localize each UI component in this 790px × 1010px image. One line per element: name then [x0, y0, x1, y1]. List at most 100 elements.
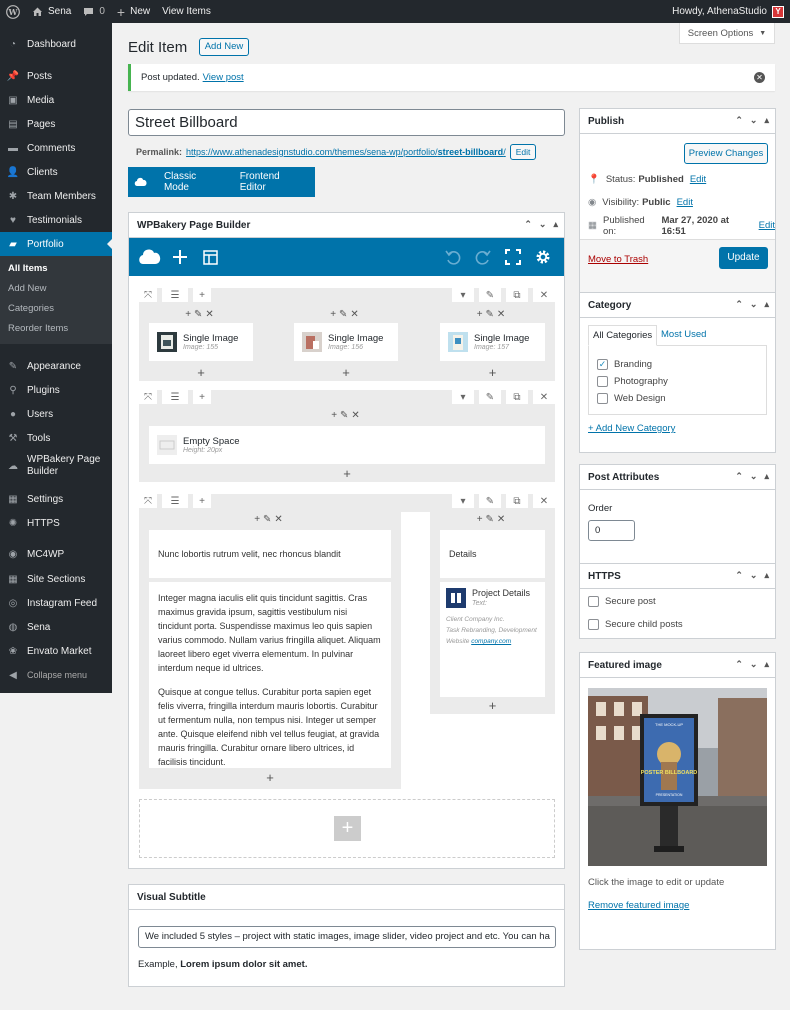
row-add-icon[interactable]: + [193, 494, 211, 508]
site-name-link[interactable]: Sena [26, 0, 77, 23]
category-item[interactable]: Web Design [589, 390, 766, 407]
add-to-column-icon[interactable]: + [284, 365, 408, 380]
order-input[interactable]: 0 [588, 520, 635, 541]
row-toggle-icon[interactable]: ▾ [452, 390, 474, 404]
comments-link[interactable]: 0 [77, 0, 111, 23]
row-edit-icon[interactable]: ✎ [479, 390, 501, 404]
redo-icon[interactable] [468, 238, 498, 276]
category-item[interactable]: ✓ Branding [589, 356, 766, 373]
sidebar-item-appearance[interactable]: ✎ Appearance [0, 354, 112, 378]
row-edit-icon[interactable]: ✎ [479, 288, 501, 302]
move-down-icon[interactable]: ⌄ [539, 219, 547, 230]
row-clone-icon[interactable]: ⧉ [506, 494, 528, 508]
classic-mode-button[interactable]: Classic Mode [155, 171, 231, 193]
sidebar-item-collapse-menu[interactable]: ◀ Collapse menu [0, 663, 112, 687]
row-move-icon[interactable]: ⤧ [139, 494, 157, 508]
column-controls[interactable]: +✎✕ [139, 514, 401, 525]
collapse-arrow-icon[interactable]: ▴ [764, 299, 769, 310]
add-new-button[interactable]: Add New [199, 38, 249, 56]
category-checkbox[interactable] [597, 393, 608, 404]
view-items-link[interactable]: View Items [156, 0, 217, 23]
column-controls[interactable]: +✎✕ [284, 309, 408, 320]
row-move-icon[interactable]: ⤧ [139, 288, 157, 302]
row-clone-icon[interactable]: ⧉ [506, 288, 528, 302]
row-toggle-icon[interactable]: ▾ [452, 288, 474, 302]
submenu-item-add-new[interactable]: Add New [0, 279, 112, 299]
add-to-column-icon[interactable]: + [139, 466, 555, 481]
sidebar-item-users[interactable]: ● Users [0, 402, 112, 426]
text-block-element[interactable]: Integer magna iaculis elit quis tincidun… [149, 582, 391, 768]
row-layout-icon[interactable]: ☰ [162, 494, 188, 508]
sidebar-item-team-members[interactable]: ✱ Team Members [0, 184, 112, 208]
edit-permalink-button[interactable]: Edit [509, 144, 537, 160]
move-to-trash-link[interactable]: Move to Trash [588, 254, 648, 265]
edit-date-link[interactable]: Edit [759, 220, 775, 231]
new-content-link[interactable]: + New [111, 0, 156, 23]
category-item[interactable]: Photography [589, 373, 766, 390]
dismiss-icon[interactable]: ✕ [754, 72, 765, 83]
column-controls[interactable]: +✎✕ [430, 514, 555, 525]
submenu-item-reorder-items[interactable]: Reorder Items [0, 319, 112, 339]
featured-image[interactable]: THE MOCK-UP POSTER BILLBOARD PRESENTATIO… [588, 688, 767, 866]
tab-most-used[interactable]: Most Used [661, 329, 706, 340]
move-down-icon[interactable]: ⌄ [750, 659, 758, 670]
move-down-icon[interactable]: ⌄ [750, 115, 758, 126]
sidebar-item-posts[interactable]: 📌 Posts [0, 64, 112, 88]
sidebar-item-sena[interactable]: ◍ Sena [0, 615, 112, 639]
add-to-column-icon[interactable]: + [430, 365, 555, 380]
heading-element[interactable]: Nunc lobortis rutrum velit, nec rhoncus … [149, 530, 391, 578]
wp-logo-button[interactable]: W [0, 0, 26, 23]
sidebar-item-comments[interactable]: ▬ Comments [0, 136, 112, 160]
project-details-element[interactable]: Project Details Text: Client Company Inc… [440, 582, 545, 697]
add-row-area[interactable]: + [139, 799, 555, 858]
my-account[interactable]: Howdy, AthenaStudio Y [672, 5, 790, 18]
row-layout-icon[interactable]: ☰ [162, 390, 188, 404]
collapse-arrow-icon[interactable]: ▴ [764, 659, 769, 670]
sidebar-item-dashboard[interactable]: ◔ Dashboard [0, 32, 112, 56]
visual-subtitle-input[interactable]: We included 5 styles – project with stat… [138, 926, 556, 948]
sidebar-item-clients[interactable]: 👤 Clients [0, 160, 112, 184]
add-to-column-icon[interactable]: + [430, 698, 555, 713]
sidebar-item-portfolio[interactable]: ▰ Portfolio [0, 232, 112, 256]
sidebar-item-plugins[interactable]: ⚲ Plugins [0, 378, 112, 402]
sidebar-item-envato-market[interactable]: ❀ Envato Market [0, 639, 112, 663]
move-up-icon[interactable]: ⌃ [735, 570, 743, 581]
sidebar-item-instagram-feed[interactable]: ◎ Instagram Feed [0, 591, 112, 615]
details-heading-element[interactable]: Details [440, 530, 545, 578]
row-layout-icon[interactable]: ☰ [162, 288, 188, 302]
sidebar-item-https[interactable]: ✺ HTTPS [0, 511, 112, 535]
sidebar-item-testimonials[interactable]: ♥ Testimonials [0, 208, 112, 232]
submenu-item-all-items[interactable]: All Items [0, 259, 112, 279]
sidebar-item-media[interactable]: ▣ Media [0, 88, 112, 112]
category-checkbox[interactable]: ✓ [597, 359, 608, 370]
view-post-link[interactable]: View post [203, 72, 244, 83]
column-controls[interactable]: +✎✕ [139, 410, 555, 421]
move-up-icon[interactable]: ⌃ [524, 219, 532, 230]
secure-children-checkbox[interactable] [588, 619, 599, 630]
gear-icon[interactable] [528, 238, 558, 276]
row-add-icon[interactable]: + [193, 390, 211, 404]
sidebar-item-mc4wp[interactable]: ◉ MC4WP [0, 542, 112, 566]
website-link[interactable]: company.com [471, 638, 511, 645]
edit-status-link[interactable]: Edit [690, 174, 706, 185]
sidebar-item-pages[interactable]: ▤ Pages [0, 112, 112, 136]
add-to-column-icon[interactable]: + [139, 770, 401, 785]
wpbakery-logo-icon[interactable] [135, 238, 165, 276]
single-image-element[interactable]: Single Image Image: 156 [294, 323, 398, 361]
column-controls[interactable]: +✎✕ [139, 309, 263, 320]
collapse-arrow-icon[interactable]: ▴ [764, 471, 769, 482]
remove-featured-link[interactable]: Remove featured image [588, 900, 689, 911]
move-up-icon[interactable]: ⌃ [735, 115, 743, 126]
frontend-editor-button[interactable]: Frontend Editor [231, 171, 315, 193]
column-controls[interactable]: +✎✕ [430, 309, 555, 320]
sidebar-item-wpbakery-page-builder[interactable]: ☁ WPBakery Page Builder [0, 451, 112, 481]
add-to-column-icon[interactable]: + [139, 365, 263, 380]
row-toggle-icon[interactable]: ▾ [452, 494, 474, 508]
undo-icon[interactable] [438, 238, 468, 276]
collapse-arrow-icon[interactable]: ▴ [764, 570, 769, 581]
add-element-icon[interactable] [165, 238, 195, 276]
preview-changes-button[interactable]: Preview Changes [684, 143, 768, 164]
row-delete-icon[interactable]: ✕ [533, 390, 555, 404]
empty-space-element[interactable]: Empty Space Height: 20px [149, 426, 545, 464]
row-delete-icon[interactable]: ✕ [533, 288, 555, 302]
